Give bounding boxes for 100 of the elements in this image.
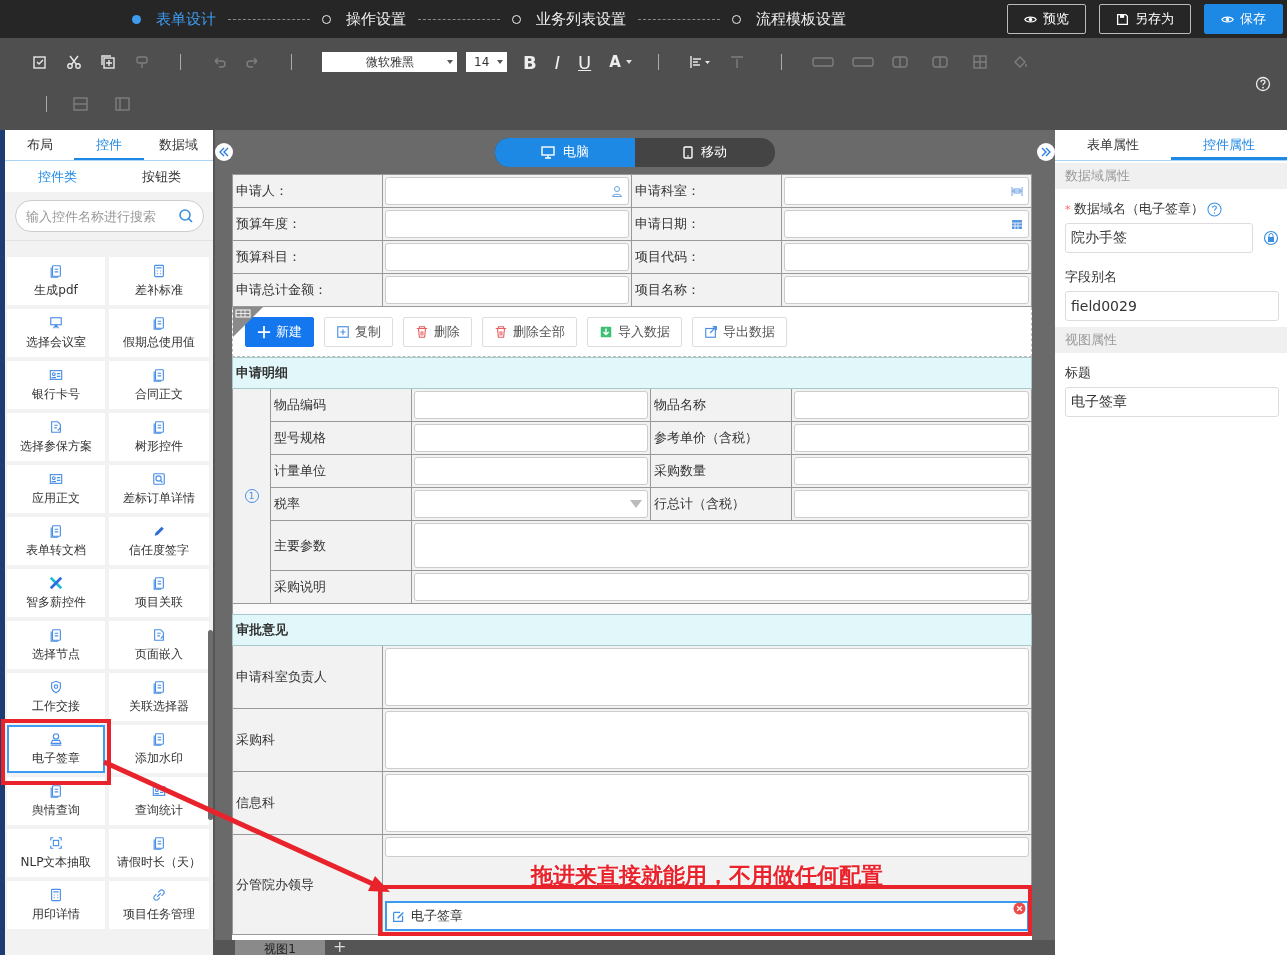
input-field[interactable] <box>385 837 1029 857</box>
header-button[interactable]: 预览 <box>1007 4 1086 34</box>
header-button[interactable]: 保存 <box>1204 4 1283 34</box>
search-icon[interactable] <box>178 208 194 224</box>
control-item[interactable]: 表单转文档 <box>7 517 105 565</box>
input-field[interactable] <box>385 711 1029 769</box>
input-field[interactable]: field0029 <box>1065 291 1279 321</box>
copy-icon[interactable] <box>100 54 116 70</box>
input-field[interactable] <box>794 457 1029 485</box>
control-item[interactable]: 生成pdf <box>7 257 105 305</box>
device-tab[interactable]: 电脑 <box>495 137 635 167</box>
input-field[interactable] <box>794 490 1029 518</box>
control-item[interactable]: 银行卡号 <box>7 361 105 409</box>
input-field[interactable] <box>385 774 1029 832</box>
category-tab[interactable]: 按钮类 <box>109 161 213 192</box>
help-icon[interactable] <box>1206 201 1222 217</box>
remove-icon[interactable] <box>1013 902 1026 915</box>
input-field[interactable] <box>414 573 1029 601</box>
control-item[interactable]: 差补标准 <box>109 257 209 305</box>
input-field[interactable] <box>414 490 648 518</box>
input-field[interactable] <box>794 391 1029 419</box>
control-item[interactable]: 智多薪控件 <box>7 569 105 617</box>
control-item[interactable]: 电子签章 <box>7 725 105 773</box>
step-tab[interactable]: 流程模板设置 <box>732 9 846 29</box>
control-item[interactable]: 查询统计 <box>109 777 209 825</box>
brush-icon[interactable] <box>134 54 150 70</box>
control-item[interactable]: 选择会议室 <box>7 309 105 357</box>
format-button[interactable]: U <box>574 51 596 73</box>
control-item[interactable]: 选择参保方案 <box>7 413 105 461</box>
control-item[interactable]: 添加水印 <box>109 725 209 773</box>
input-field[interactable] <box>385 210 629 238</box>
table-action-button[interactable]: 删除全部 <box>482 316 577 347</box>
align-icon[interactable] <box>688 54 711 70</box>
step-tab[interactable]: 业务列表设置 <box>512 9 626 29</box>
signature-control[interactable]: 电子签章 <box>385 901 1029 931</box>
device-tab[interactable]: 移动 <box>635 137 775 167</box>
input-field[interactable] <box>784 276 1029 304</box>
merge-icon[interactable] <box>851 54 874 70</box>
scissors-icon[interactable] <box>66 54 82 70</box>
control-item[interactable]: 工作交接 <box>7 673 105 721</box>
category-tab[interactable]: 控件类 <box>5 161 109 192</box>
input-field[interactable] <box>784 210 1029 238</box>
merge-icon[interactable] <box>811 54 834 70</box>
control-item[interactable]: 舆情查询 <box>7 777 105 825</box>
input-field[interactable] <box>414 523 1029 568</box>
step-tab[interactable]: 操作设置 <box>322 9 406 29</box>
table-action-button[interactable]: 导入数据 <box>587 316 682 347</box>
search-field[interactable]: 输入控件名称进行搜索 <box>15 200 204 232</box>
control-item[interactable]: 请假时长（天） <box>109 829 209 877</box>
table-action-button[interactable]: 复制 <box>324 316 393 347</box>
control-item[interactable]: 应用正文 <box>7 465 105 513</box>
view-tab[interactable]: 视图1 <box>235 940 325 955</box>
input-field[interactable] <box>784 243 1029 271</box>
header-button[interactable]: 另存为 <box>1099 4 1191 34</box>
checkbox-icon[interactable] <box>32 54 48 70</box>
table-action-button[interactable]: 删除 <box>403 316 472 347</box>
control-item[interactable]: NLP文本抽取 <box>7 829 105 877</box>
control-item[interactable]: 合同正文 <box>109 361 209 409</box>
control-item[interactable]: 差标订单详情 <box>109 465 209 513</box>
control-item[interactable]: 项目任务管理 <box>109 881 209 929</box>
person-icon[interactable] <box>611 185 623 197</box>
org-icon[interactable] <box>1011 185 1023 197</box>
properties-tab[interactable]: 表单属性 <box>1055 130 1171 160</box>
input-field[interactable] <box>385 276 629 304</box>
control-item[interactable]: 选择节点 <box>7 621 105 669</box>
format-button[interactable]: A <box>605 53 636 71</box>
format-button[interactable]: B <box>519 51 541 73</box>
control-item[interactable]: 页面嵌入 <box>109 621 209 669</box>
input-field[interactable] <box>385 243 629 271</box>
step-tab[interactable]: 表单设计 <box>132 9 216 29</box>
input-field[interactable]: 电子签章 <box>1065 387 1279 417</box>
panel-tab[interactable]: 控件 <box>74 130 144 160</box>
control-item[interactable]: 信任度签字 <box>109 517 209 565</box>
input-field[interactable] <box>414 457 648 485</box>
input-field[interactable] <box>385 648 1029 706</box>
control-item[interactable]: 项目关联 <box>109 569 209 617</box>
format-button[interactable]: I <box>550 51 565 73</box>
control-item[interactable]: 假期总使用值 <box>109 309 209 357</box>
font-select[interactable]: 微软雅黑 <box>322 52 457 72</box>
control-item[interactable]: 关联选择器 <box>109 673 209 721</box>
table-action-button[interactable]: 导出数据 <box>692 316 787 347</box>
control-item[interactable]: 用印详情 <box>7 881 105 929</box>
size-select[interactable]: 14 <box>466 52 507 72</box>
control-item[interactable]: 树形控件 <box>109 413 209 461</box>
panel-tab[interactable]: 布局 <box>5 130 75 160</box>
add-view-button[interactable]: + <box>325 940 355 954</box>
properties-tab[interactable]: 控件属性 <box>1171 130 1287 160</box>
table-action-button[interactable]: 新建 <box>245 316 314 347</box>
input-field[interactable] <box>784 177 1029 205</box>
input-field[interactable]: 院办手签 <box>1065 223 1253 253</box>
dropdown-icon[interactable] <box>630 500 642 508</box>
input-field[interactable] <box>414 424 648 452</box>
calendar-icon[interactable] <box>1011 218 1023 230</box>
input-field[interactable] <box>794 424 1029 452</box>
lock-icon[interactable] <box>1263 230 1279 246</box>
collapse-button[interactable] <box>215 143 233 161</box>
input-field[interactable] <box>414 391 648 419</box>
input-field[interactable] <box>385 177 629 205</box>
panel-tab[interactable]: 数据域 <box>143 130 213 160</box>
expand-button[interactable] <box>1037 143 1055 161</box>
